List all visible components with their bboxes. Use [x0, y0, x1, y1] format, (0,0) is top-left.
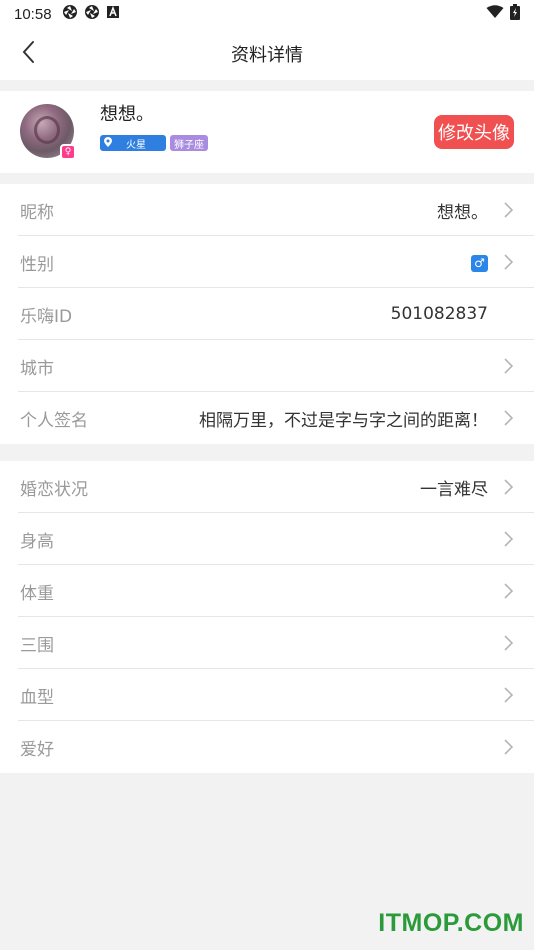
profile-name: 想想。 — [100, 104, 154, 125]
wifi-icon — [486, 5, 504, 23]
status-bar: 10:58 — [0, 0, 534, 28]
row-label: 血型 — [20, 687, 54, 708]
row-value: 501082837 — [390, 304, 488, 324]
row-value: 相隔万里，不过是字与字之间的距离！ — [199, 410, 488, 431]
row-value: 想想。 — [437, 202, 488, 223]
nav-bar: 资料详情 — [0, 28, 534, 80]
text-a-icon — [106, 5, 120, 23]
personal-info-section: 婚恋状况 一言难尽 身高 体重 三围 血型 爱好 — [0, 461, 534, 773]
profile-card: ♀ 想想。 火星 狮子座 修改头像 — [0, 91, 534, 173]
row-label: 个人签名 — [20, 410, 88, 431]
male-icon: ♂ — [471, 254, 488, 272]
row-weight[interactable]: 体重 — [0, 565, 534, 617]
chevron-right-icon — [500, 410, 516, 426]
chevron-right-icon — [500, 531, 516, 547]
avatar[interactable]: ♀ — [20, 104, 76, 160]
edit-avatar-button[interactable]: 修改头像 — [434, 115, 514, 149]
aperture-icon — [62, 4, 78, 24]
watermark: ITMOP.COM — [378, 909, 524, 937]
chevron-right-icon — [500, 254, 516, 270]
chevron-right-icon — [500, 202, 516, 218]
basic-info-section: 昵称 想想。 性别 ♂ 乐嗨ID 501082837 城市 个人签名 相隔万里，… — [0, 184, 534, 444]
page-title: 资料详情 — [231, 45, 303, 66]
planet-tag-label: 火星 — [126, 139, 146, 151]
chevron-left-icon — [21, 40, 35, 68]
row-value: ♂ — [471, 252, 488, 272]
row-height[interactable]: 身高 — [0, 513, 534, 565]
chevron-right-icon — [500, 358, 516, 374]
profile-tags: 火星 狮子座 — [100, 135, 208, 151]
zodiac-tag: 狮子座 — [170, 135, 208, 151]
chevron-right-icon — [500, 479, 516, 495]
row-label: 婚恋状况 — [20, 479, 88, 500]
battery-charging-icon — [510, 4, 520, 24]
chevron-right-icon — [500, 583, 516, 599]
row-label: 昵称 — [20, 202, 54, 223]
row-label: 乐嗨ID — [20, 306, 73, 327]
row-hobbies[interactable]: 爱好 — [0, 721, 534, 773]
row-blood-type[interactable]: 血型 — [0, 669, 534, 721]
row-label: 体重 — [20, 583, 54, 604]
location-pin-icon — [104, 136, 112, 150]
chevron-right-icon — [500, 635, 516, 651]
aperture-icon — [84, 4, 100, 24]
row-marital-status[interactable]: 婚恋状况 一言难尽 — [0, 461, 534, 513]
row-nickname[interactable]: 昵称 想想。 — [0, 184, 534, 236]
chevron-right-icon — [500, 739, 516, 755]
row-gender[interactable]: 性别 ♂ — [0, 236, 534, 288]
back-button[interactable] — [14, 40, 42, 68]
planet-tag: 火星 — [100, 135, 166, 151]
row-label: 性别 — [20, 254, 54, 275]
status-right-icons — [486, 4, 520, 24]
row-label: 身高 — [20, 531, 54, 552]
row-measurements[interactable]: 三围 — [0, 617, 534, 669]
row-user-id: 乐嗨ID 501082837 — [0, 288, 534, 340]
female-badge-icon: ♀ — [60, 144, 76, 160]
row-label: 城市 — [20, 358, 54, 379]
row-signature[interactable]: 个人签名 相隔万里，不过是字与字之间的距离！ — [0, 392, 534, 444]
row-label: 三围 — [20, 635, 54, 656]
chevron-right-icon — [500, 687, 516, 703]
status-time: 10:58 — [14, 5, 52, 23]
row-label: 爱好 — [20, 739, 54, 760]
row-city[interactable]: 城市 — [0, 340, 534, 392]
row-value: 一言难尽 — [420, 479, 488, 500]
